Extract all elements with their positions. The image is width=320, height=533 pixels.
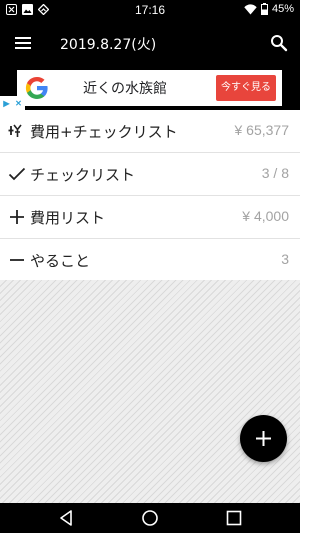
battery-icon — [260, 3, 268, 15]
list-item-value: 3 — [281, 251, 289, 267]
list-item-label: 費用リスト — [30, 209, 106, 227]
home-button[interactable] — [141, 509, 159, 527]
list-item-checklist[interactable]: チェックリスト 3 / 8 — [0, 153, 300, 196]
system-nav-bar — [0, 503, 300, 533]
back-button[interactable] — [58, 509, 76, 527]
ad-content[interactable]: 近くの水族館 今すぐ見る — [17, 70, 282, 106]
menu-button[interactable] — [14, 34, 32, 52]
battery-percent: 45% — [271, 3, 294, 15]
recents-icon — [226, 510, 242, 526]
list-item-value: ¥ 65,377 — [234, 122, 290, 138]
google-g-logo — [25, 77, 48, 99]
ad-banner[interactable]: 近くの水族館 今すぐ見る — [0, 66, 300, 110]
minus-icon — [10, 259, 24, 261]
ad-choices[interactable]: ▶ ✕ — [0, 96, 25, 110]
list-item-value: 3 / 8 — [261, 165, 289, 181]
summary-list: 費用+チェックリスト ¥ 65,377 チェックリスト 3 / 8 費用リスト … — [0, 110, 300, 282]
menu-icon — [15, 37, 31, 49]
list-item-label: チェックリスト — [30, 166, 136, 184]
page-title: 2019.8.27(火) — [60, 37, 157, 53]
plus-icon — [256, 431, 271, 446]
check-icon — [8, 167, 26, 181]
plus-icon — [10, 210, 24, 224]
status-right-icons: 45% — [244, 3, 294, 15]
add-button[interactable] — [240, 415, 287, 462]
home-icon — [142, 510, 158, 526]
list-item-expense-list[interactable]: 費用リスト ¥ 4,000 — [0, 196, 300, 239]
list-item-value: ¥ 4,000 — [242, 208, 289, 224]
empty-area-pattern — [0, 280, 300, 503]
ad-cta-button[interactable]: 今すぐ見る — [216, 75, 276, 101]
list-item-label: 費用+チェックリスト — [30, 123, 178, 141]
ad-text: 近くの水族館 — [83, 81, 167, 97]
status-bar: 17:16 45% — [0, 0, 300, 20]
recents-button[interactable] — [225, 509, 243, 527]
search-icon — [271, 35, 288, 52]
yen-plus-icon — [8, 124, 22, 137]
ad-info-icon[interactable]: ▶ — [1, 98, 12, 109]
app-bar: 2019.8.27(火) — [0, 20, 300, 66]
search-button[interactable] — [270, 34, 288, 52]
back-icon — [60, 510, 72, 526]
list-item-todo[interactable]: やること 3 — [0, 239, 300, 282]
list-item-label: やること — [30, 252, 91, 270]
ad-close-icon[interactable]: ✕ — [13, 98, 24, 109]
wifi-icon — [244, 3, 257, 14]
list-item-expense-checklist[interactable]: 費用+チェックリスト ¥ 65,377 — [0, 110, 300, 153]
